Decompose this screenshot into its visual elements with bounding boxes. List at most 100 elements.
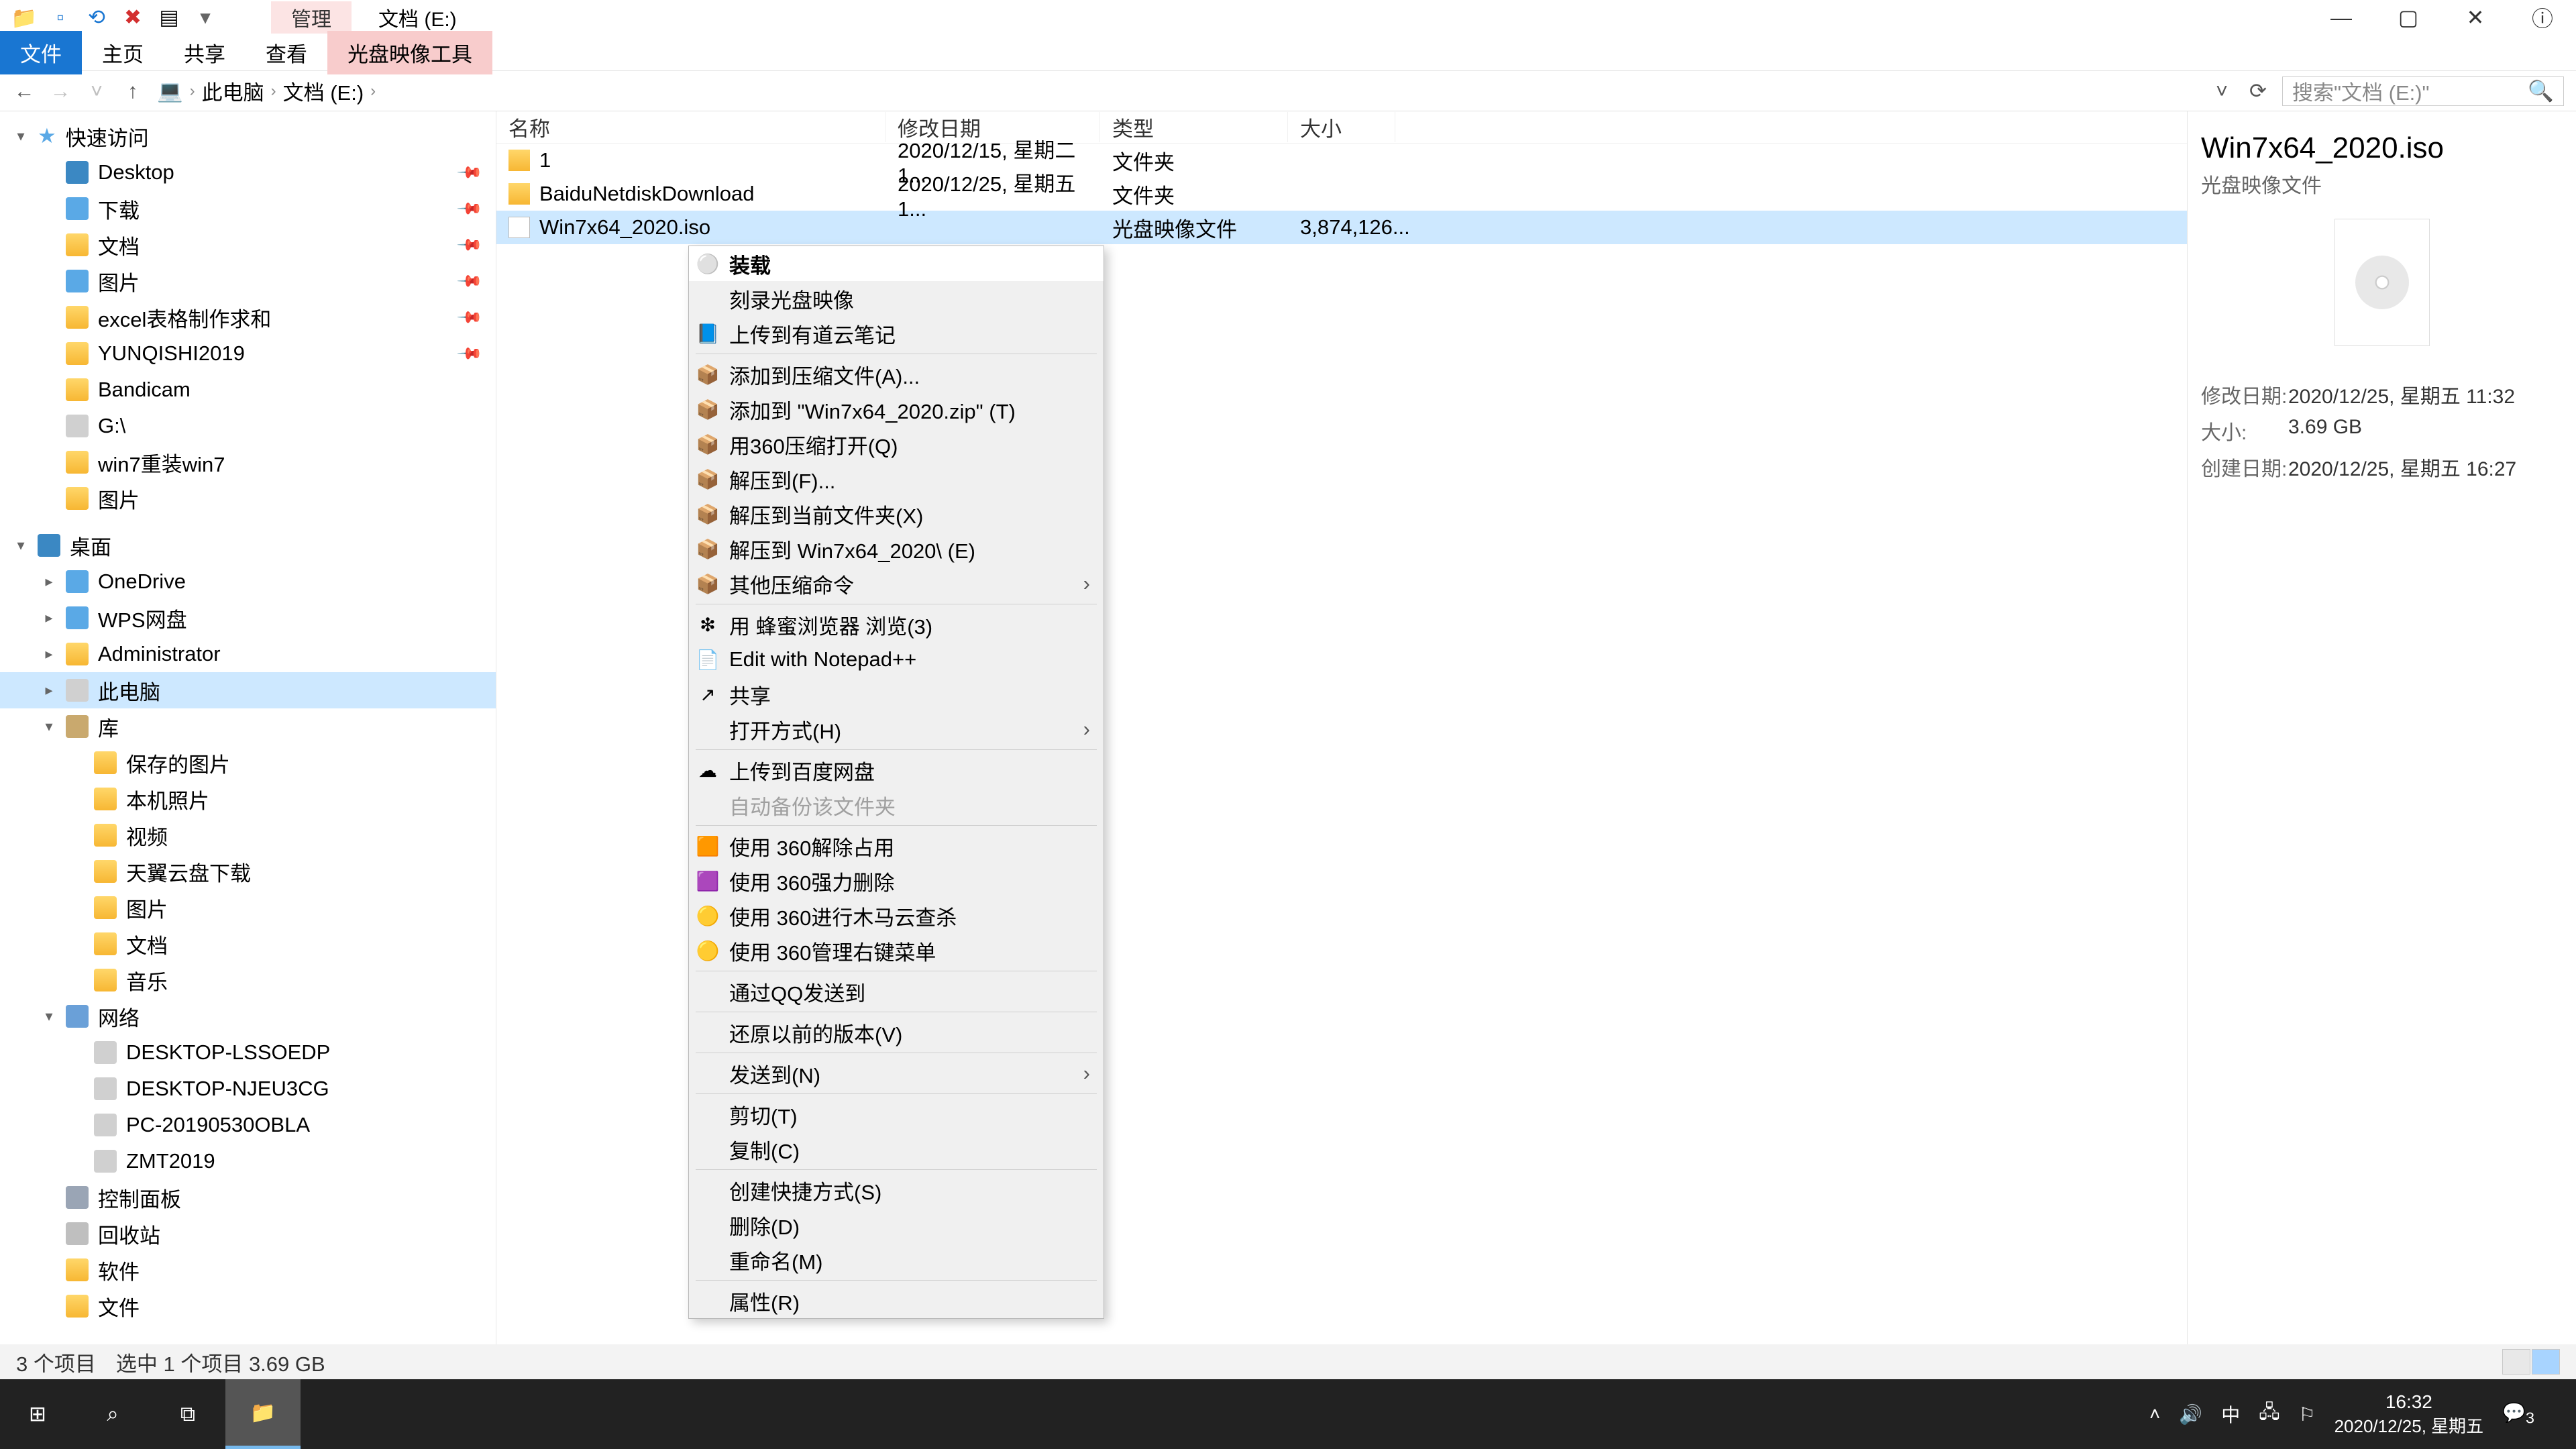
dropdown-icon[interactable]: ▾ (193, 5, 217, 30)
menu-item[interactable]: 创建快捷方式(S) (689, 1173, 1104, 1208)
help-icon[interactable]: ⓘ (2509, 2, 2576, 33)
menu-item[interactable]: 属性(R) (689, 1283, 1104, 1318)
file-row[interactable]: Win7x64_2020.iso光盘映像文件3,874,126... (496, 211, 2187, 244)
tree-item-desktop[interactable]: ▾桌面 (0, 527, 496, 564)
tree-item-下载[interactable]: 下载📌 (0, 191, 496, 227)
context-tab[interactable]: 管理 (271, 1, 352, 34)
menu-item[interactable]: ⚪装载 (689, 246, 1104, 281)
menu-item[interactable]: 🟡使用 360进行木马云查杀 (689, 898, 1104, 933)
menu-item[interactable]: 删除(D) (689, 1208, 1104, 1242)
col-size[interactable]: 大小 (1288, 112, 1395, 142)
expand-caret-icon[interactable]: ▸ (42, 645, 56, 663)
tree-item-quick-access[interactable]: ▾★快速访问 (0, 118, 496, 154)
menu-item[interactable]: ☁上传到百度网盘 (689, 753, 1104, 788)
menu-item[interactable]: 🟧使用 360解除占用 (689, 828, 1104, 863)
close-button[interactable]: ✕ (2442, 5, 2509, 30)
explorer-taskbar-icon[interactable]: 📁 (225, 1379, 301, 1449)
tree-item-PC-20190530OBLA[interactable]: PC-20190530OBLA (0, 1107, 496, 1143)
tree-item-Desktop[interactable]: Desktop📌 (0, 154, 496, 191)
menu-item[interactable]: 🟡使用 360管理右键菜单 (689, 933, 1104, 968)
forward-button[interactable]: → (48, 79, 72, 103)
tree-item-Administrator[interactable]: ▸Administrator (0, 636, 496, 672)
expand-caret-icon[interactable]: ▸ (42, 609, 56, 627)
menu-item[interactable]: 还原以前的版本(V) (689, 1015, 1104, 1050)
menu-item[interactable]: 📘上传到有道云笔记 (689, 316, 1104, 351)
tree-item-文档[interactable]: 文档📌 (0, 227, 496, 263)
tree-item-天翼云盘下载[interactable]: 天翼云盘下载 (0, 853, 496, 890)
minimize-button[interactable]: — (2308, 5, 2375, 30)
breadcrumb[interactable]: 💻 › 此电脑 › 文档 (E:) › (157, 76, 2198, 106)
expand-caret-icon[interactable]: ▸ (42, 682, 56, 699)
menu-item[interactable]: 📄Edit with Notepad++ (689, 642, 1104, 677)
tree-item-DESKTOP-LSSOEDP[interactable]: DESKTOP-LSSOEDP (0, 1034, 496, 1071)
file-row[interactable]: 12020/12/15, 星期二 1...文件夹 (496, 144, 2187, 177)
tab-share[interactable]: 共享 (164, 31, 246, 74)
tab-home[interactable]: 主页 (82, 31, 164, 74)
menu-item[interactable]: ↗共享 (689, 677, 1104, 712)
tree-item-Bandicam[interactable]: Bandicam (0, 372, 496, 408)
tree-item-本机照片[interactable]: 本机照片 (0, 781, 496, 817)
tab-disc-tools[interactable]: 光盘映像工具 (327, 31, 492, 74)
tray-chevron-icon[interactable]: ˄ (2149, 1403, 2160, 1425)
expand-caret-icon[interactable]: ▾ (13, 537, 28, 554)
menu-item[interactable]: 剪切(T) (689, 1097, 1104, 1132)
tree-item-库[interactable]: ▾库 (0, 708, 496, 745)
tree-item-图片[interactable]: 图片 (0, 890, 496, 926)
menu-item[interactable]: 🟪使用 360强力删除 (689, 863, 1104, 898)
network-icon[interactable]: 🖧 (2259, 1398, 2279, 1430)
menu-item[interactable]: 📦添加到 "Win7x64_2020.zip" (T) (689, 392, 1104, 427)
taskview-button[interactable]: ⧉ (150, 1379, 225, 1449)
security-icon[interactable]: ⚐ (2298, 1403, 2315, 1426)
back-button[interactable]: ← (12, 79, 36, 103)
menu-item[interactable]: 📦解压到 Win7x64_2020\ (E) (689, 531, 1104, 566)
menu-item[interactable]: 通过QQ发送到 (689, 974, 1104, 1009)
view-large-button[interactable] (2532, 1349, 2560, 1375)
ime-indicator[interactable]: 中 (2221, 1401, 2240, 1428)
menu-item[interactable]: 📦添加到压缩文件(A)... (689, 357, 1104, 392)
menu-item[interactable]: 📦解压到(F)... (689, 462, 1104, 496)
tree-item-视频[interactable]: 视频 (0, 817, 496, 853)
tree-item-文档[interactable]: 文档 (0, 926, 496, 962)
tree-item-G:\[interactable]: G:\ (0, 408, 496, 444)
menu-item[interactable]: 重命名(M) (689, 1242, 1104, 1277)
tree-item-ZMT2019[interactable]: ZMT2019 (0, 1143, 496, 1179)
tree-item-保存的图片[interactable]: 保存的图片 (0, 745, 496, 781)
tree-item-network[interactable]: ▾网络 (0, 998, 496, 1034)
tree-item-WPS网盘[interactable]: ▸WPS网盘 (0, 600, 496, 636)
tree-item-图片[interactable]: 图片 (0, 480, 496, 517)
clock[interactable]: 16:32 2020/12/25, 星期五 (2334, 1391, 2484, 1438)
search-button[interactable]: ⌕ (75, 1379, 150, 1449)
file-row[interactable]: BaiduNetdiskDownload2020/12/25, 星期五 1...… (496, 177, 2187, 211)
expand-caret-icon[interactable]: ▸ (42, 573, 56, 590)
tree-item-控制面板[interactable]: 控制面板 (0, 1179, 496, 1216)
action-center-icon[interactable]: 💬3 (2502, 1401, 2534, 1428)
menu-item[interactable]: 刻录光盘映像 (689, 281, 1104, 316)
tree-item-excel表格制作求和[interactable]: excel表格制作求和📌 (0, 299, 496, 335)
tree-item-DESKTOP-NJEU3CG[interactable]: DESKTOP-NJEU3CG (0, 1071, 496, 1107)
col-name[interactable]: 名称 (496, 112, 885, 142)
crumb-folder[interactable]: 文档 (E:) (283, 76, 364, 106)
address-dropdown[interactable]: ˅ (2210, 79, 2234, 103)
properties-icon[interactable]: ▤ (157, 5, 181, 30)
save-icon[interactable]: ▫ (48, 5, 72, 30)
menu-item[interactable]: 📦其他压缩命令› (689, 566, 1104, 601)
tree-item-软件[interactable]: 软件 (0, 1252, 496, 1288)
col-type[interactable]: 类型 (1100, 112, 1288, 142)
view-details-button[interactable] (2502, 1349, 2530, 1375)
delete-icon[interactable]: ✖ (121, 5, 145, 30)
tree-item-YUNQISHI2019[interactable]: YUNQISHI2019📌 (0, 335, 496, 372)
volume-icon[interactable]: 🔊 (2179, 1403, 2202, 1426)
tab-file[interactable]: 文件 (0, 31, 82, 74)
undo-icon[interactable]: ⟲ (85, 5, 109, 30)
tree-item-文件[interactable]: 文件 (0, 1288, 496, 1324)
expand-caret-icon[interactable]: ▾ (42, 1008, 56, 1025)
tree-item-此电脑[interactable]: ▸此电脑 (0, 672, 496, 708)
refresh-button[interactable]: ⟳ (2246, 79, 2270, 103)
expand-caret-icon[interactable]: ▾ (13, 127, 28, 145)
tree-item-OneDrive[interactable]: ▸OneDrive (0, 564, 496, 600)
menu-item[interactable]: 打开方式(H)› (689, 712, 1104, 747)
up-button[interactable]: ↑ (121, 79, 145, 103)
expand-caret-icon[interactable]: ▾ (42, 718, 56, 735)
menu-item[interactable]: 📦用360压缩打开(Q) (689, 427, 1104, 462)
maximize-button[interactable]: ▢ (2375, 5, 2442, 30)
